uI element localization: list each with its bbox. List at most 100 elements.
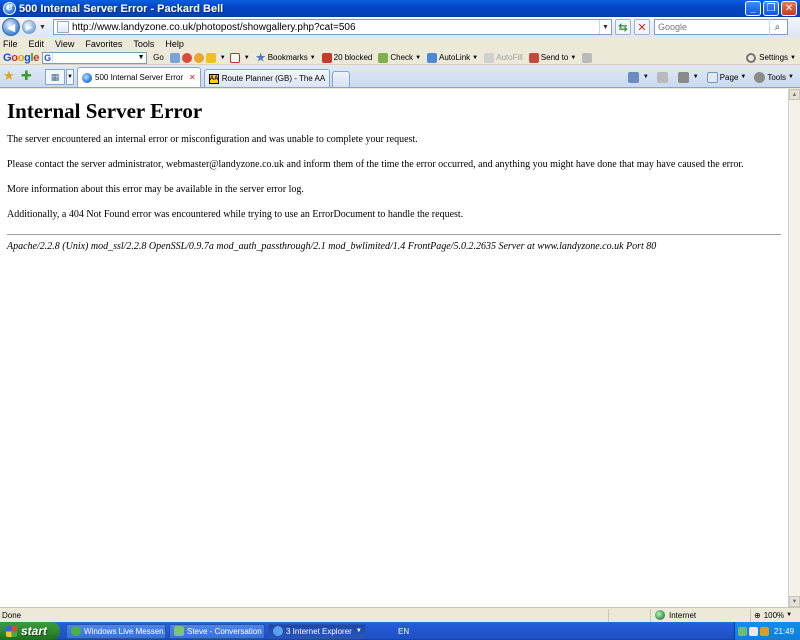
error-heading: Internal Server Error bbox=[7, 99, 203, 123]
minimize-button[interactable]: _ bbox=[745, 1, 761, 16]
add-to-favorites-icon[interactable]: ✚ bbox=[21, 69, 35, 83]
menu-tools[interactable]: Tools bbox=[133, 39, 154, 49]
tools-menu-button[interactable]: Tools ▼ bbox=[754, 71, 794, 83]
autolink-button[interactable]: AutoLink ▼ bbox=[427, 52, 478, 63]
contact-admin-text: Please contact the server administrator,… bbox=[7, 159, 744, 170]
recent-pages-dropdown[interactable]: ▼ bbox=[39, 24, 46, 31]
print-button[interactable]: ▼ bbox=[677, 71, 699, 83]
favorites-center-icon[interactable]: ★ bbox=[3, 69, 17, 83]
quick-tabs-button[interactable]: ▦ bbox=[45, 69, 65, 85]
page-icon bbox=[706, 71, 718, 83]
page-icon bbox=[56, 21, 69, 33]
menu-help[interactable]: Help bbox=[165, 39, 184, 49]
autolink-icon bbox=[427, 52, 438, 63]
settings-label: Settings bbox=[759, 53, 789, 62]
gear-icon bbox=[754, 71, 766, 83]
bookmarks-button[interactable]: Bookmarks ▼ bbox=[255, 52, 316, 63]
autolink-label: AutoLink bbox=[439, 53, 471, 62]
clock: 21:49 bbox=[774, 626, 795, 636]
blocked-label: 20 blocked bbox=[333, 53, 373, 62]
send-to-icon bbox=[528, 52, 539, 63]
tools-label: Tools bbox=[767, 72, 787, 82]
close-window-button[interactable]: ✕ bbox=[781, 1, 797, 16]
google-search-box[interactable]: G ▼ bbox=[42, 51, 148, 64]
menu-bar: File Edit View Favorites Tools Help bbox=[0, 37, 800, 51]
google-search-dropdown-icon[interactable]: ▼ bbox=[136, 54, 146, 61]
taskbar: start Windows Live Messen... Steve - Con… bbox=[0, 622, 800, 640]
network-icon[interactable] bbox=[738, 626, 747, 636]
task-windows-live-messenger[interactable]: Windows Live Messen... bbox=[66, 623, 166, 639]
tab-row: ★ ✚ ▦ ▼ 500 Internal Server Error ✕ AA R… bbox=[0, 66, 800, 88]
task-steve-conversation[interactable]: Steve - Conversation bbox=[169, 623, 265, 639]
spellcheck-button[interactable]: Check ▼ bbox=[378, 52, 421, 63]
task-label: Windows Live Messen... bbox=[84, 626, 166, 636]
gmail-icon bbox=[229, 52, 240, 63]
feeds-button[interactable] bbox=[656, 71, 670, 83]
server-signature: Apache/2.2.8 (Unix) mod_ssl/2.2.8 OpenSS… bbox=[7, 241, 657, 252]
address-url[interactable]: http://www.landyzone.co.uk/photopost/sho… bbox=[72, 22, 599, 33]
security-icon[interactable] bbox=[760, 626, 769, 636]
menu-edit[interactable]: Edit bbox=[29, 39, 45, 49]
messenger-icon bbox=[71, 626, 81, 636]
page-menu-button[interactable]: Page ▼ bbox=[706, 71, 746, 83]
search-input[interactable] bbox=[654, 22, 769, 32]
go-label: Go bbox=[153, 53, 164, 62]
zoom-control[interactable]: ⊕ 100% ▼ bbox=[750, 608, 800, 622]
back-button[interactable]: ◀ bbox=[2, 18, 20, 36]
volume-icon[interactable] bbox=[749, 626, 758, 636]
ie-task-icon bbox=[273, 626, 283, 636]
forward-button[interactable]: ▶ bbox=[22, 20, 36, 34]
autofill-icon bbox=[484, 52, 495, 63]
restore-button[interactable]: ❐ bbox=[763, 1, 779, 16]
close-tab-icon[interactable]: ✕ bbox=[189, 73, 196, 82]
status-bar: Done Internet ⊕ 100% ▼ bbox=[0, 607, 800, 622]
scroll-up-arrow-icon[interactable]: ▲ bbox=[789, 89, 800, 100]
status-text: Done bbox=[2, 610, 22, 620]
task-label: Steve - Conversation bbox=[187, 626, 262, 636]
menu-favorites[interactable]: Favorites bbox=[85, 39, 122, 49]
toolbar-icons[interactable]: ▼ ▼ bbox=[169, 52, 250, 63]
scroll-down-arrow-icon[interactable]: ▼ bbox=[789, 596, 800, 607]
windows-flag-icon bbox=[6, 625, 17, 637]
language-indicator[interactable]: EN bbox=[398, 627, 409, 636]
tab-list-dropdown[interactable]: ▼ bbox=[66, 69, 74, 85]
search-box: ⌕ bbox=[653, 19, 788, 35]
task-internet-explorer[interactable]: 3 Internet Explorer ▼ bbox=[268, 623, 366, 639]
google-settings-button[interactable]: Settings ▼ bbox=[746, 52, 796, 63]
new-tab-button[interactable] bbox=[332, 71, 351, 87]
bookmarks-label: Bookmarks bbox=[267, 53, 308, 62]
google-go-button[interactable]: Go bbox=[153, 53, 164, 62]
vertical-scrollbar[interactable]: ▲ ▼ bbox=[788, 89, 800, 607]
refresh-button[interactable]: ⇆ bbox=[614, 19, 631, 35]
pencil-icon bbox=[582, 52, 593, 63]
error-log-text: More information about this error may be… bbox=[7, 184, 304, 195]
start-button[interactable]: start bbox=[0, 622, 60, 640]
internet-explorer-icon bbox=[3, 0, 16, 15]
address-dropdown-icon[interactable]: ▼ bbox=[598, 20, 611, 34]
stop-button[interactable]: ✕ bbox=[633, 19, 650, 35]
autofill-button[interactable]: AutoFill bbox=[484, 52, 523, 63]
star-rating-icon bbox=[205, 52, 216, 63]
security-zone[interactable]: Internet bbox=[650, 608, 750, 622]
start-label: start bbox=[21, 624, 48, 638]
wrench-icon bbox=[746, 52, 757, 63]
send-to-button[interactable]: Send to ▼ bbox=[528, 52, 595, 63]
menu-file[interactable]: File bbox=[3, 39, 18, 49]
address-bar[interactable]: http://www.landyzone.co.uk/photopost/sho… bbox=[52, 19, 612, 35]
popup-blocked-icon bbox=[321, 52, 332, 63]
window-title-bar[interactable]: 500 Internal Server Error - Packard Bell… bbox=[0, 0, 800, 17]
popup-blocker-button[interactable]: 20 blocked bbox=[321, 52, 373, 63]
bookmark-star-icon bbox=[255, 52, 266, 62]
page-content: Internal Server Error The server encount… bbox=[0, 89, 788, 607]
aa-logo-icon: AA bbox=[208, 73, 219, 84]
tab-internal-server-error[interactable]: 500 Internal Server Error ✕ bbox=[77, 67, 201, 87]
system-tray: 21:49 bbox=[734, 622, 800, 640]
window-title: 500 Internal Server Error - Packard Bell bbox=[19, 2, 224, 15]
home-button[interactable]: ▼ bbox=[627, 71, 649, 83]
tab-route-planner[interactable]: AA Route Planner (GB) - The AA bbox=[203, 69, 331, 87]
menu-view[interactable]: View bbox=[55, 39, 74, 49]
send-to-label: Send to bbox=[540, 53, 569, 62]
search-icon[interactable]: ⌕ bbox=[768, 19, 785, 35]
printer-icon bbox=[677, 71, 689, 83]
ie-page-icon bbox=[82, 72, 92, 83]
